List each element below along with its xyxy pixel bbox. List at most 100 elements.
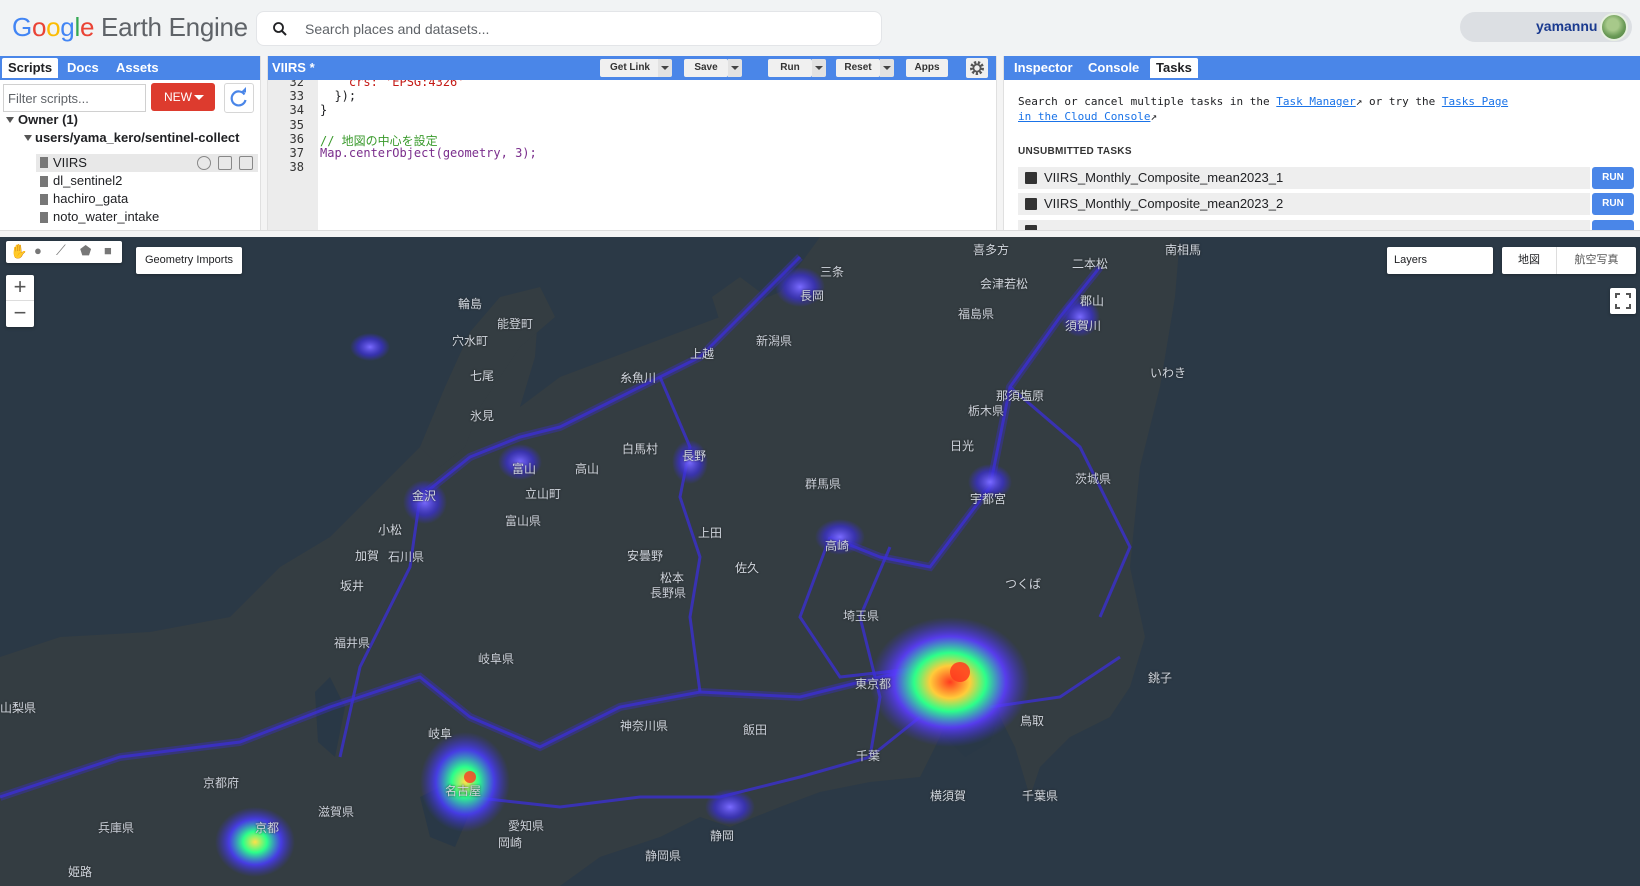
- task-row[interactable]: VIIRS_Monthly_Composite_mean2023_1: [1018, 167, 1590, 189]
- zoom-out-button[interactable]: −: [6, 301, 34, 327]
- task-name: VIIRS_Monthly_Composite_mean2023_2: [1044, 196, 1284, 211]
- history-icon[interactable]: [197, 156, 211, 170]
- map-type-satellite[interactable]: 航空写真: [1557, 247, 1636, 274]
- place-label: 佐久: [735, 561, 760, 575]
- tab-tasks[interactable]: Tasks: [1150, 58, 1198, 78]
- apps-button[interactable]: Apps: [906, 59, 948, 77]
- refresh-button[interactable]: [224, 83, 254, 113]
- place-label: 山梨県: [0, 701, 37, 715]
- polygon-icon[interactable]: ⬟: [80, 243, 91, 259]
- tasks-page-link[interactable]: Tasks Page: [1442, 95, 1508, 108]
- code-line[interactable]: }: [320, 103, 327, 117]
- expand-repo-icon[interactable]: [24, 135, 32, 141]
- kyoto-glow: [215, 807, 295, 877]
- fullscreen-button[interactable]: [1610, 288, 1636, 314]
- place-label: 加賀: [355, 549, 380, 563]
- prefecture-label: 滋賀県: [318, 805, 355, 819]
- line-number: 36: [289, 132, 304, 146]
- task-row[interactable]: VIIRS_Monthly_Composite_mean2023_2: [1018, 193, 1590, 215]
- tokyo-core: [950, 662, 970, 682]
- map-resizer[interactable]: [0, 230, 1640, 237]
- save-button[interactable]: Save: [684, 59, 728, 77]
- sado-glow: [350, 333, 390, 361]
- code-line[interactable]: crs: 'EPSG:4326': [320, 80, 465, 89]
- run-task-button[interactable]: RUN: [1592, 167, 1634, 189]
- task-manager-link[interactable]: Task Manager: [1276, 95, 1355, 108]
- code-line[interactable]: Map.centerObject(geometry, 3);: [320, 146, 537, 160]
- place-label: 郡山: [1080, 294, 1105, 308]
- map-type-roadmap[interactable]: 地図: [1502, 247, 1557, 274]
- tab-inspector[interactable]: Inspector: [1008, 58, 1079, 78]
- place-label: 千葉県: [1022, 789, 1059, 803]
- new-button[interactable]: NEW: [151, 83, 215, 111]
- honshu-land: [0, 237, 1180, 886]
- tree-file-dl-sentinel2[interactable]: dl_sentinel2: [53, 173, 122, 188]
- place-label: 長野: [682, 449, 707, 463]
- place-label: 岡崎: [498, 836, 523, 850]
- code-editor[interactable]: 32 33 34 35 36 37 38 crs: 'EPSG:4326' })…: [268, 80, 996, 230]
- place-label: 氷見: [470, 409, 495, 423]
- reset-dropdown-icon[interactable]: [880, 59, 894, 77]
- night-lights-map: [0, 237, 1180, 886]
- search-input[interactable]: [305, 19, 865, 39]
- scripts-panel: NEW Owner (1) users/yama_kero/sentinel-c…: [0, 80, 260, 230]
- geometry-imports-button[interactable]: Geometry Imports: [136, 247, 242, 274]
- expand-owner-icon[interactable]: [6, 117, 14, 123]
- line-number: 38: [289, 160, 304, 174]
- tree-file-hachiro-gata[interactable]: hachiro_gata: [53, 191, 128, 206]
- rectangle-icon[interactable]: ■: [104, 243, 112, 258]
- place-label: 鳥取: [1020, 714, 1045, 728]
- place-label: 喜多方: [973, 243, 1010, 257]
- tab-scripts[interactable]: Scripts: [2, 58, 59, 78]
- line-icon[interactable]: ⟋: [56, 242, 66, 259]
- zoom-in-button[interactable]: +: [6, 275, 34, 301]
- search-box[interactable]: [256, 11, 882, 46]
- tree-file-noto-water-intake[interactable]: noto_water_intake: [53, 209, 159, 224]
- tree-repo[interactable]: users/yama_kero/sentinel-collect: [35, 130, 240, 145]
- task-row-partial[interactable]: [1018, 220, 1590, 230]
- earth-engine-logo[interactable]: Google Earth Engine: [12, 12, 248, 43]
- rename-icon[interactable]: [218, 156, 232, 170]
- image-icon: [1025, 198, 1037, 210]
- run-task-button[interactable]: RUN: [1592, 193, 1634, 215]
- place-label: 坂井: [340, 579, 365, 593]
- cloud-console-link[interactable]: in the Cloud Console: [1018, 110, 1150, 123]
- tab-docs[interactable]: Docs: [61, 58, 105, 78]
- place-label: 立山町: [525, 487, 562, 501]
- run-task-button-partial[interactable]: [1592, 220, 1634, 230]
- run-button[interactable]: Run: [768, 59, 812, 77]
- tree-file-viirs[interactable]: VIIRS: [53, 155, 87, 170]
- run-dropdown-icon[interactable]: [812, 59, 826, 77]
- get-link-button[interactable]: Get Link: [600, 59, 660, 77]
- image-icon: [1025, 172, 1037, 184]
- tab-assets[interactable]: Assets: [110, 58, 165, 78]
- place-label: 上越: [690, 347, 715, 361]
- settings-button[interactable]: [966, 58, 988, 78]
- reset-button[interactable]: Reset: [836, 59, 880, 77]
- search-icon: [273, 22, 287, 36]
- user-name[interactable]: yamannu: [1536, 18, 1597, 34]
- tab-console[interactable]: Console: [1082, 58, 1145, 78]
- layers-button[interactable]: Layers: [1387, 247, 1493, 274]
- marker-icon[interactable]: ●: [34, 243, 42, 258]
- code-line[interactable]: });: [320, 89, 356, 103]
- filter-scripts-input[interactable]: [3, 84, 146, 112]
- prefecture-label: 静岡県: [645, 849, 682, 863]
- map-canvas[interactable]: 喜多方 南相馬 三条 会津若松 二本松 輪島 能登町 長岡 新潟県 郡山 穴水町…: [0, 237, 1640, 886]
- left-panel-resizer[interactable]: [260, 56, 268, 230]
- place-label: 静岡: [710, 829, 735, 843]
- delete-icon[interactable]: [239, 156, 253, 170]
- get-link-dropdown-icon[interactable]: [658, 59, 672, 77]
- right-panel-resizer[interactable]: [996, 56, 1004, 230]
- unsubmitted-tasks-title: UNSUBMITTED TASKS: [1018, 146, 1132, 157]
- new-dropdown-caret-icon[interactable]: [194, 95, 204, 100]
- tree-owner[interactable]: Owner (1): [18, 112, 78, 127]
- task-name: VIIRS_Monthly_Composite_mean2023_1: [1044, 170, 1284, 185]
- hand-icon[interactable]: ✋: [10, 243, 27, 260]
- place-label: 金沢: [412, 489, 437, 503]
- prefecture-label: 京都府: [203, 776, 240, 790]
- drawing-tools: ✋ ● ⟋ ⬟ ■: [6, 241, 122, 263]
- save-dropdown-icon[interactable]: [728, 59, 742, 77]
- avatar[interactable]: [1600, 13, 1628, 41]
- place-label: 高山: [575, 462, 600, 476]
